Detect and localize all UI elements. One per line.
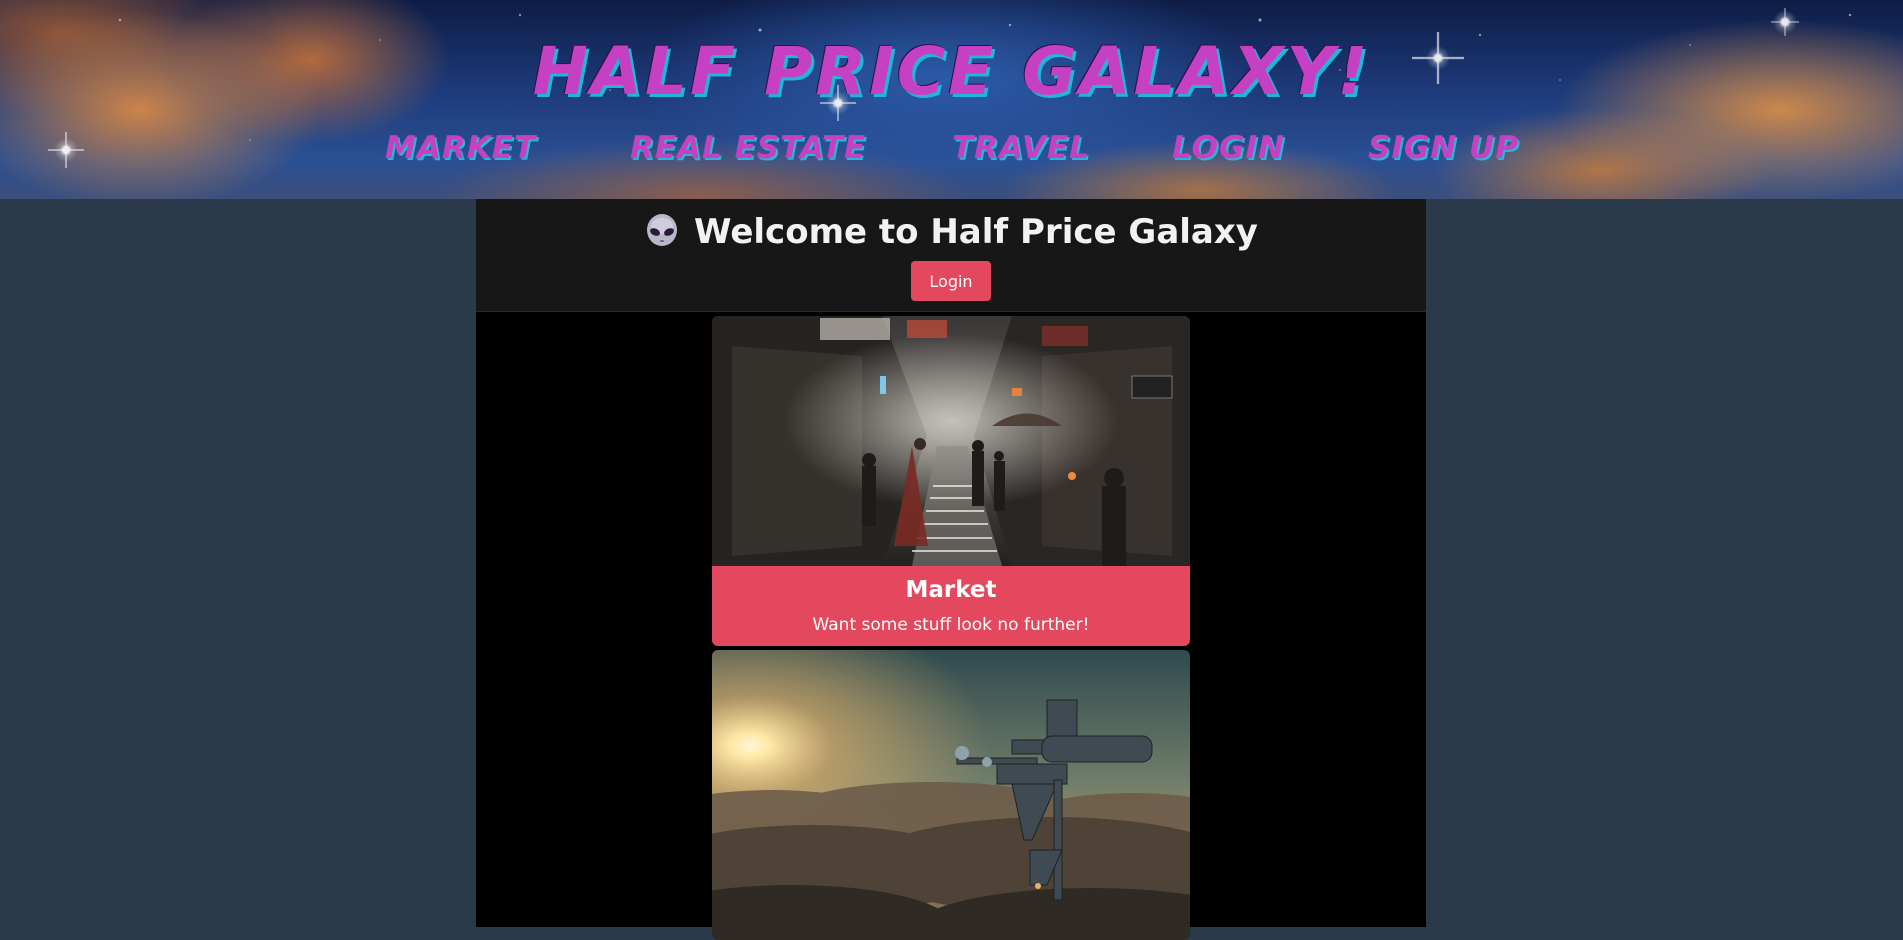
welcome-panel: Welcome to Half Price Galaxy Login (476, 199, 1426, 312)
market-street-illustration (712, 316, 1190, 566)
login-button[interactable]: Login (911, 261, 991, 301)
market-card-body: Market Want some stuff look no further! (712, 566, 1190, 646)
nav-sign-up[interactable]: Sign Up (1368, 124, 1519, 172)
nav-travel[interactable]: Travel (952, 124, 1090, 172)
welcome-heading: Welcome to Half Price Galaxy (476, 209, 1426, 255)
market-card[interactable]: Market Want some stuff look no further! (712, 316, 1190, 648)
sky-platform-illustration (712, 650, 1190, 940)
header-banner: Half Price Galaxy! Market Real Estate Tr… (0, 0, 1903, 199)
welcome-title-text: Welcome to Half Price Galaxy (694, 212, 1258, 252)
alien-icon (647, 213, 678, 246)
nav-login[interactable]: Login (1172, 124, 1285, 172)
main-nav: Market Real Estate Travel Login Sign Up (0, 124, 1903, 172)
nav-market[interactable]: Market (385, 124, 536, 172)
card-title: Market (905, 577, 997, 603)
real-estate-card[interactable] (712, 650, 1190, 940)
nav-real-estate[interactable]: Real Estate (630, 124, 866, 172)
futuristic-market-street-image[interactable] (712, 316, 1190, 566)
main-content: Welcome to Half Price Galaxy Login Marke… (476, 199, 1426, 940)
sky-platform-above-clouds-image[interactable] (712, 650, 1190, 940)
card-text: Want some stuff look no further! (812, 615, 1090, 635)
site-title[interactable]: Half Price Galaxy! (0, 32, 1903, 112)
